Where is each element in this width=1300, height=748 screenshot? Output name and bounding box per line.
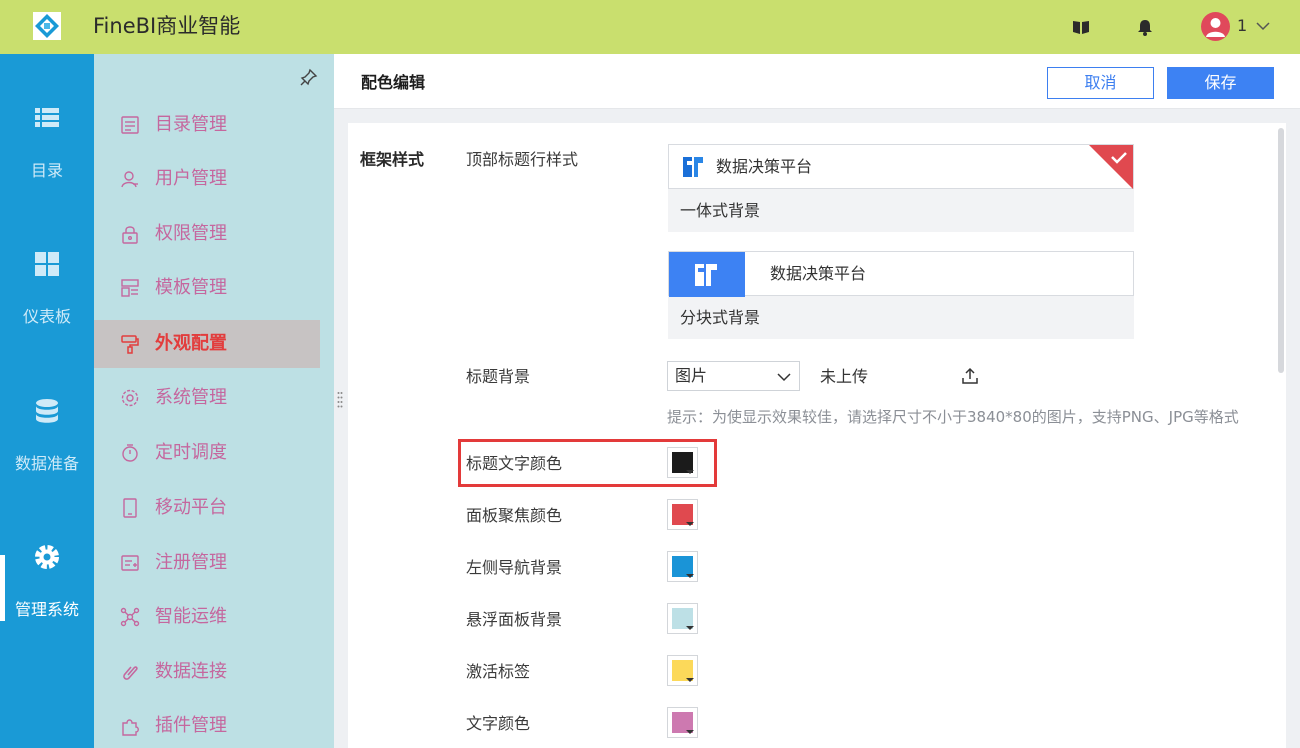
ops-icon xyxy=(120,607,140,627)
dropdown-caret-icon xyxy=(686,522,694,526)
page-title: 配色编辑 xyxy=(361,73,426,92)
gear-icon xyxy=(33,543,61,571)
chevron-down-icon xyxy=(776,369,792,385)
submenu-item-label: 外观配置 xyxy=(155,333,227,354)
header-style-option-integrated[interactable]: 数据决策平台 一体式背景 xyxy=(668,144,1134,232)
bell-icon[interactable] xyxy=(1135,17,1155,37)
database-icon xyxy=(33,397,61,425)
nav-item-label: 数据准备 xyxy=(14,454,79,473)
settings-icon xyxy=(120,388,140,408)
panel-resize-handle[interactable] xyxy=(337,391,343,409)
upload-hint: 提示：为使显示效果较佳，请选择尺寸不小于3840*80的图片，支持PNG、JPG… xyxy=(667,408,1239,426)
submenu-item-register[interactable]: 注册管理 xyxy=(94,539,320,587)
scrollbar-thumb[interactable] xyxy=(1278,128,1284,373)
submenu-item-catalog[interactable]: 目录管理 xyxy=(94,101,320,149)
submenu-item-schedule[interactable]: 定时调度 xyxy=(94,429,320,477)
lock-icon xyxy=(120,224,140,244)
selected-check-icon xyxy=(1089,145,1133,189)
submenu-item-system[interactable]: 系统管理 xyxy=(94,374,320,422)
submenu-item-label: 权限管理 xyxy=(155,223,227,244)
panel-focus-color-swatch[interactable] xyxy=(667,499,698,530)
header-preview-bar: 数据决策平台 xyxy=(668,251,1134,297)
user-icon xyxy=(120,169,140,189)
header-style-option-block[interactable]: 数据决策平台 分块式背景 xyxy=(668,251,1134,339)
submenu-item-mobile[interactable]: 移动平台 xyxy=(94,484,320,532)
title-background-select[interactable]: 图片 xyxy=(667,361,800,391)
nav-item-label: 目录 xyxy=(30,161,63,180)
submenu-item-label: 定时调度 xyxy=(155,442,227,463)
cancel-button[interactable]: 取消 xyxy=(1047,67,1154,99)
select-value: 图片 xyxy=(675,366,708,385)
title-background-label: 标题背景 xyxy=(466,367,531,386)
user-avatar-icon[interactable] xyxy=(1201,12,1230,41)
submenu-item-label: 用户管理 xyxy=(155,168,227,189)
color-setting-label: 悬浮面板背景 xyxy=(466,610,563,629)
submenu-item-data-connection[interactable]: 数据连接 xyxy=(94,648,320,696)
submenu-item-label: 插件管理 xyxy=(155,715,227,736)
book-icon[interactable] xyxy=(1071,17,1091,37)
nav-item-data-prep[interactable]: 数据准备 xyxy=(0,397,94,497)
catalog-icon xyxy=(120,115,140,135)
template-icon xyxy=(120,278,140,298)
color-setting-label: 文字颜色 xyxy=(466,714,531,733)
highlight-box xyxy=(458,439,717,487)
submenu-item-label: 移动平台 xyxy=(155,497,227,518)
submenu-item-ops[interactable]: 智能运维 xyxy=(94,593,320,641)
submenu-item-label: 模板管理 xyxy=(155,277,227,298)
save-button[interactable]: 保存 xyxy=(1167,67,1274,99)
user-name[interactable]: 1 xyxy=(1237,16,1247,36)
submenu-item-appearance[interactable]: 外观配置 xyxy=(94,320,320,368)
submenu-item-label: 智能运维 xyxy=(155,606,227,627)
submenu-item-label: 注册管理 xyxy=(155,552,227,573)
active-tab-color-swatch[interactable] xyxy=(667,655,698,686)
nav-item-label: 管理系统 xyxy=(14,600,79,619)
submenu-item-label: 目录管理 xyxy=(155,114,227,135)
chevron-down-icon[interactable] xyxy=(1255,18,1271,34)
nav-item-label: 仪表板 xyxy=(22,307,71,326)
text-color-swatch[interactable] xyxy=(667,707,698,738)
app-title: FineBI商业智能 xyxy=(93,14,241,38)
register-icon xyxy=(120,553,140,573)
header-style-caption: 一体式背景 xyxy=(680,201,761,220)
upload-icon[interactable] xyxy=(960,366,980,386)
submenu-item-templates[interactable]: 模板管理 xyxy=(94,264,320,312)
nav-item-dashboard[interactable]: 仪表板 xyxy=(0,250,94,350)
dropdown-caret-icon xyxy=(686,574,694,578)
color-setting-label: 面板聚焦颜色 xyxy=(466,506,563,525)
dropdown-caret-icon xyxy=(686,678,694,682)
color-setting-label: 左侧导航背景 xyxy=(466,558,563,577)
dropdown-caret-icon xyxy=(686,730,694,734)
dashboard-icon xyxy=(33,250,61,278)
floating-panel-background-swatch[interactable] xyxy=(667,603,698,634)
editor-header xyxy=(334,54,1300,109)
submenu-item-users[interactable]: 用户管理 xyxy=(94,155,320,203)
timer-icon xyxy=(120,443,140,463)
left-nav-background-swatch[interactable] xyxy=(667,551,698,582)
header-preview-title: 数据决策平台 xyxy=(770,264,867,283)
header-preview-title: 数据决策平台 xyxy=(716,157,813,176)
color-setting-label: 激活标签 xyxy=(466,662,531,681)
paint-roller-icon xyxy=(120,334,140,354)
list-icon xyxy=(33,104,61,132)
nav-item-admin[interactable]: 管理系统 xyxy=(0,543,94,643)
upload-status: 未上传 xyxy=(820,367,869,386)
submenu-item-plugins[interactable]: 插件管理 xyxy=(94,702,320,748)
platform-logo-icon xyxy=(681,155,705,179)
mobile-icon xyxy=(120,498,140,518)
submenu-item-label: 系统管理 xyxy=(155,387,227,408)
pin-icon[interactable] xyxy=(300,68,318,86)
nav-item-catalog[interactable]: 目录 xyxy=(0,104,94,204)
plugin-icon xyxy=(120,716,140,736)
header-style-caption: 分块式背景 xyxy=(680,308,761,327)
link-icon xyxy=(120,662,140,682)
submenu-item-permissions[interactable]: 权限管理 xyxy=(94,210,320,258)
finebi-logo-icon[interactable] xyxy=(33,12,61,40)
section-label: 框架样式 xyxy=(360,150,425,169)
header-style-label: 顶部标题行样式 xyxy=(466,150,579,169)
dropdown-caret-icon xyxy=(686,626,694,630)
submenu-item-label: 数据连接 xyxy=(155,661,227,682)
platform-logo-block xyxy=(669,252,745,297)
header-preview-bar: 数据决策平台 xyxy=(668,144,1134,189)
